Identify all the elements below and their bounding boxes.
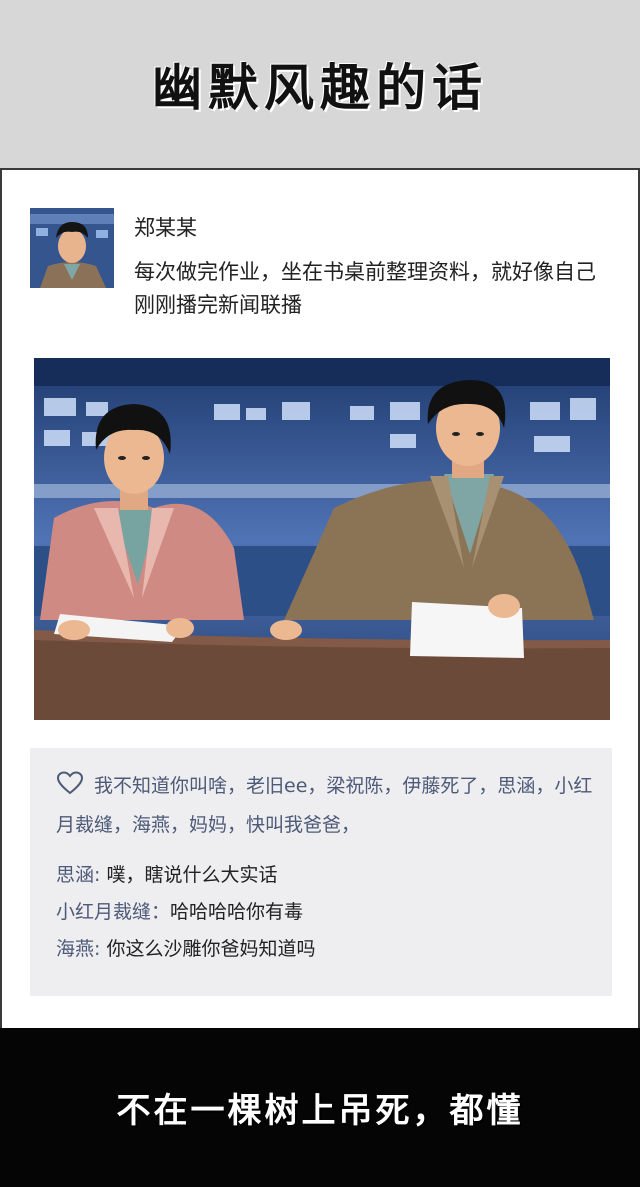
post-username[interactable]: 郑某某 [134, 212, 197, 242]
comments-panel: 我不知道你叫啥，老旧ee，梁祝陈，伊藤死了，思涵，小红月裁缝，海燕，妈妈，快叫我… [30, 748, 612, 996]
likes-names[interactable]: 我不知道你叫啥，老旧ee，梁祝陈，伊藤死了，思涵，小红月裁缝，海燕，妈妈，快叫我… [56, 775, 592, 836]
footer-caption: 不在一棵树上吊死，都懂 [116, 1091, 524, 1131]
comment-text: 噗，瞎说什么大实话 [106, 864, 278, 886]
comment-item[interactable]: 思涵: 噗，瞎说什么大实话 [56, 857, 594, 894]
header-banner: 幽默风趣的话 [0, 0, 640, 170]
post-text: 每次做完作业，坐在书桌前整理资料，就好像自己刚刚播完新闻联播 [134, 260, 596, 317]
comment-text: 哈哈哈哈你有毒 [170, 901, 304, 923]
news-anchors-illustration [34, 358, 610, 720]
comment-item[interactable]: 小红月裁缝：哈哈哈哈你有毒 [56, 894, 594, 931]
post-card: 郑某某 每次做完作业，坐在书桌前整理资料，就好像自己刚刚播完新闻联播 我不知道你… [0, 170, 640, 1028]
avatar-image [30, 208, 114, 288]
page-title: 幽默风趣的话 [152, 59, 488, 117]
comment-text: 你这么沙雕你爸妈知道吗 [106, 938, 316, 960]
comment-separator: ： [151, 901, 171, 923]
heart-outline-icon[interactable] [56, 771, 84, 807]
comment-author[interactable]: 小红月裁缝 [56, 901, 151, 923]
comment-author[interactable]: 海燕 [56, 938, 94, 960]
comment-separator: : [94, 938, 107, 960]
comment-list: 思涵: 噗，瞎说什么大实话 小红月裁缝：哈哈哈哈你有毒 海燕: 你这么沙雕你爸妈… [56, 857, 594, 968]
comment-item[interactable]: 海燕: 你这么沙雕你爸妈知道吗 [56, 931, 594, 968]
avatar[interactable] [30, 208, 114, 288]
comment-separator: : [94, 864, 107, 886]
footer-banner: 不在一棵树上吊死，都懂 [0, 1028, 640, 1187]
comment-author[interactable]: 思涵 [56, 864, 94, 886]
likes-row: 我不知道你叫啥，老旧ee，梁祝陈，伊藤死了，思涵，小红月裁缝，海燕，妈妈，快叫我… [56, 768, 594, 843]
